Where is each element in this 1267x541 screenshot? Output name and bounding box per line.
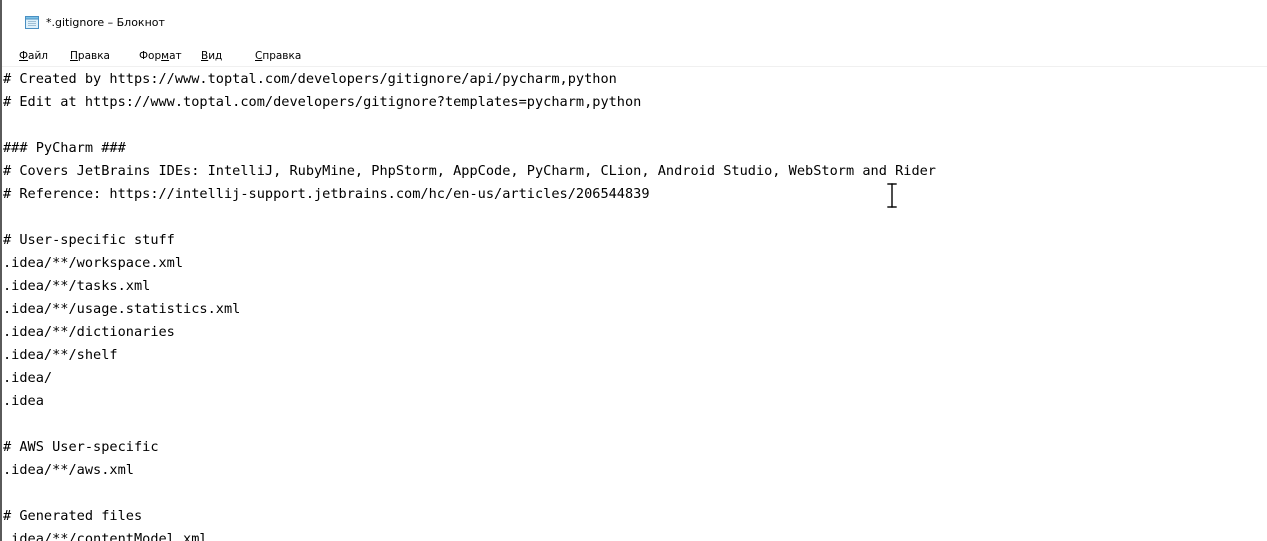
editor-line: .idea/**/shelf xyxy=(3,347,118,363)
editor-line: ### PyCharm ### xyxy=(3,140,126,156)
window-left-border xyxy=(0,0,2,541)
menu-edit[interactable]: Правка xyxy=(70,49,110,63)
editor-line: .idea/**/aws.xml xyxy=(3,462,134,478)
editor-line: # Edit at https://www.toptal.com/develop… xyxy=(3,94,642,110)
editor-line: .idea xyxy=(3,393,44,409)
window-title: *.gitignore – Блокнот xyxy=(46,16,165,29)
editor-line: .idea/**/tasks.xml xyxy=(3,278,151,294)
editor-line: .idea/ xyxy=(3,370,53,386)
editor-line: # Covers JetBrains IDEs: IntelliJ, RubyM… xyxy=(3,163,936,179)
menu-file[interactable]: Файл xyxy=(19,49,48,63)
editor-line: # User-specific stuff xyxy=(3,232,175,248)
editor-line: .idea/**/dictionaries xyxy=(3,324,175,340)
notepad-window: *.gitignore – Блокнот Файл Правка Формат… xyxy=(0,0,1267,541)
menu-format[interactable]: Формат xyxy=(139,49,182,63)
notepad-icon xyxy=(24,14,40,30)
editor-line: # Generated files xyxy=(3,508,143,524)
editor-line: .idea/**/contentModel.xml xyxy=(3,531,208,541)
title-bar[interactable]: *.gitignore – Блокнот xyxy=(2,0,1267,45)
menu-help[interactable]: Справка xyxy=(255,49,301,63)
editor-line: .idea/**/usage.statistics.xml xyxy=(3,301,241,317)
menu-view[interactable]: Вид xyxy=(201,49,222,63)
editor-line: # AWS User-specific xyxy=(3,439,159,455)
editor-line: .idea/**/workspace.xml xyxy=(3,255,184,271)
menu-bar: Файл Правка Формат Вид Справка xyxy=(2,46,1267,67)
editor-line: # Created by https://www.toptal.com/deve… xyxy=(3,71,617,87)
editor-line: # Reference: https://intellij-support.je… xyxy=(3,186,650,202)
text-cursor-icon xyxy=(882,181,902,211)
text-editor[interactable]: # Created by https://www.toptal.com/deve… xyxy=(3,68,1267,541)
